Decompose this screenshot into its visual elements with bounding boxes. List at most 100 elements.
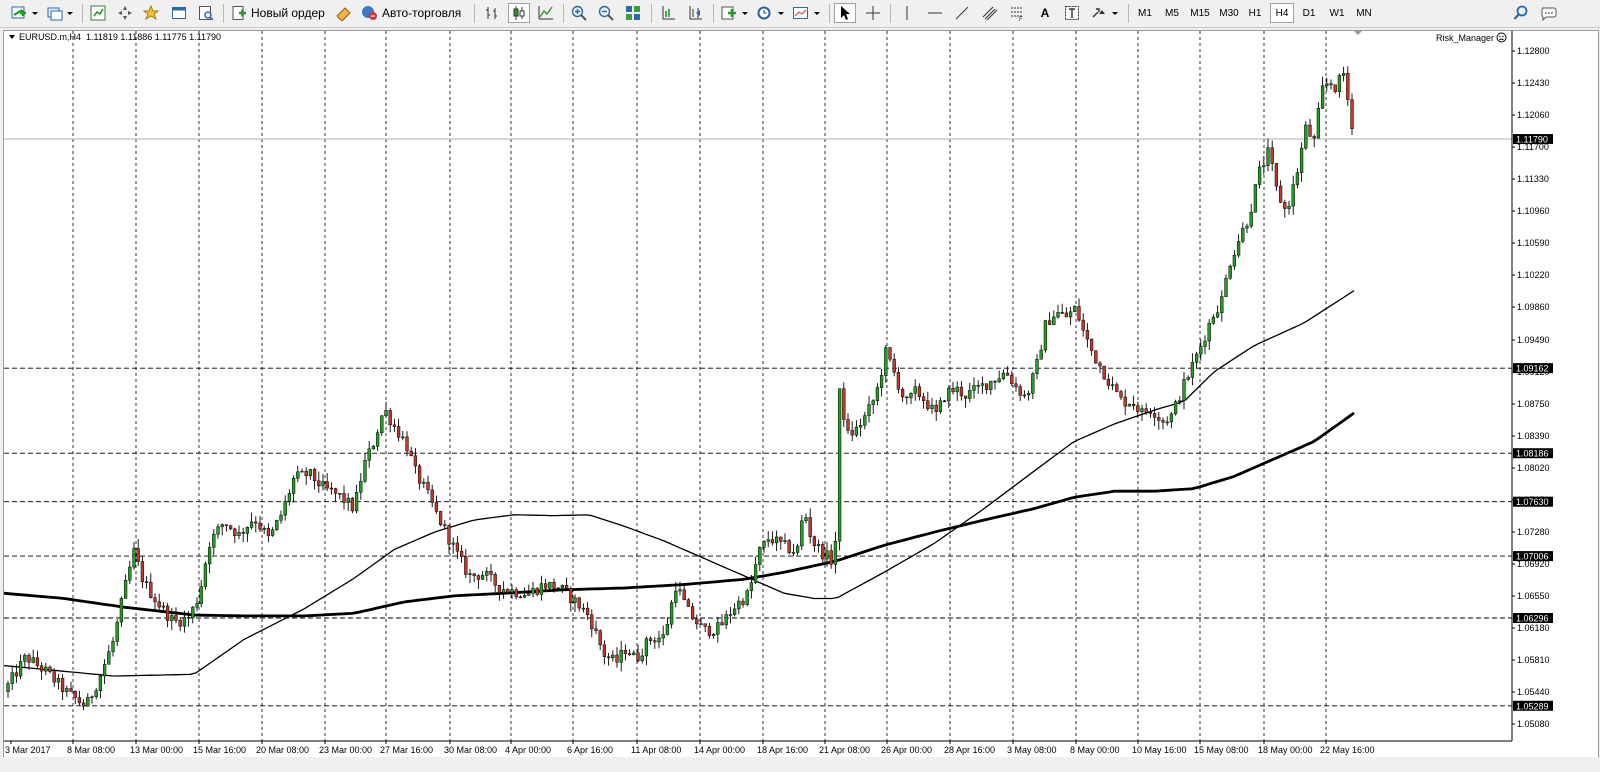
cursor-tool-button[interactable]: [834, 3, 856, 23]
candle-bull: [182, 616, 187, 627]
candle-bear: [493, 574, 497, 586]
timeframe-m1[interactable]: M1: [1133, 3, 1157, 23]
chart-shift-button[interactable]: [684, 3, 706, 23]
candle-bear: [1119, 391, 1123, 398]
candle-bull: [1325, 83, 1329, 86]
collapse-triangle-icon[interactable]: [8, 33, 16, 41]
market-watch-button[interactable]: [87, 3, 109, 23]
price-label: 1.12800: [1517, 46, 1550, 56]
timeframe-m30[interactable]: M30: [1215, 3, 1243, 23]
timeframe-d1[interactable]: D1: [1297, 3, 1321, 23]
fibonacci-button[interactable]: F: [1006, 3, 1028, 23]
candle-bear: [1123, 396, 1127, 407]
candle-bull: [1035, 358, 1039, 374]
templates-button[interactable]: [791, 3, 823, 23]
candle-bear: [741, 600, 745, 605]
svg-text:F: F: [1019, 17, 1023, 21]
candle-bear: [1077, 306, 1081, 321]
chart-shift-marker-icon[interactable]: [1352, 29, 1364, 37]
candle-bull: [632, 652, 636, 656]
candle-bear: [140, 561, 145, 582]
candle-bull: [795, 545, 800, 553]
timeframe-m5[interactable]: M5: [1160, 3, 1184, 23]
text-label-icon: [1065, 6, 1079, 20]
candle-bear: [770, 539, 775, 544]
candle-bear: [577, 597, 581, 609]
timeframe-h1[interactable]: H1: [1243, 3, 1267, 23]
candle-bull: [56, 678, 61, 683]
candle-bull: [854, 426, 859, 436]
candle-bull: [1203, 340, 1207, 347]
risk-manager-text: Risk_Manager: [1436, 32, 1495, 43]
search-button[interactable]: [1510, 3, 1532, 23]
candle-bull: [1026, 393, 1031, 396]
candle-bear: [594, 628, 598, 631]
candle-bear: [535, 588, 539, 595]
candle-bull: [909, 393, 913, 399]
trendline-button[interactable]: [951, 3, 973, 23]
candle-bull: [1257, 166, 1262, 185]
timeframe-mn[interactable]: MN: [1352, 3, 1376, 23]
candle-bull: [732, 608, 737, 615]
line-chart-button[interactable]: [535, 3, 557, 23]
auto-scroll-button[interactable]: [657, 3, 679, 23]
candle-bear: [1014, 383, 1018, 387]
line-chart-icon: [538, 6, 553, 20]
tile-windows-button[interactable]: [622, 3, 644, 23]
candle-bull: [249, 521, 254, 528]
auto-trading-button[interactable]: Авто-торговля: [361, 3, 467, 23]
bar-chart-button[interactable]: [481, 3, 503, 23]
candle-bear: [585, 607, 590, 616]
status-strip: [0, 757, 1600, 772]
candle-bear: [606, 656, 611, 659]
horizontal-line-button[interactable]: [924, 3, 946, 23]
candle-bull: [1052, 316, 1056, 325]
metaeditor-button[interactable]: [333, 3, 355, 23]
new-chart-button[interactable]: [8, 3, 42, 23]
equidistant-channel-button[interactable]: [979, 3, 1001, 23]
favorites-button[interactable]: [140, 3, 164, 23]
candle-bear: [1161, 420, 1165, 423]
text-tool-button[interactable]: A: [1034, 3, 1056, 23]
data-window-button[interactable]: [168, 3, 190, 23]
candle-bull: [724, 614, 728, 626]
arrows-button[interactable]: [1089, 3, 1121, 23]
indicators-button[interactable]: [719, 3, 751, 23]
candle-bear: [77, 697, 82, 704]
vertical-line-button[interactable]: [896, 3, 918, 23]
chart-window[interactable]: 1.12800 1.12430 1.12060 1.11700 1.11330 1.109…: [3, 30, 1599, 758]
crosshair-tool-button[interactable]: [862, 3, 884, 23]
candle-bear: [1094, 350, 1098, 364]
timeframe-m15[interactable]: M15: [1186, 3, 1214, 23]
navigator-button[interactable]: [114, 3, 136, 23]
zoom-in-button[interactable]: [568, 3, 590, 23]
candle-bull: [245, 527, 250, 534]
price-label: 1.11330: [1517, 174, 1549, 184]
candle-bull: [270, 529, 275, 536]
periods-button[interactable]: [755, 3, 787, 23]
candle-bull: [762, 541, 766, 548]
price-chart[interactable]: 1.128001.124301.120601.117001.113301.109…: [4, 31, 1598, 757]
candle-bear: [241, 532, 245, 534]
candle-bull: [711, 634, 716, 636]
profiles-button[interactable]: [45, 3, 77, 23]
candle-bear: [178, 620, 182, 627]
risk-manager-label[interactable]: Risk_Manager: [1436, 32, 1507, 43]
candlestick-chart-button[interactable]: [508, 3, 530, 23]
text-label-button[interactable]: [1061, 3, 1083, 23]
strategy-tester-button[interactable]: [195, 3, 217, 23]
candle-bear: [581, 607, 586, 610]
profiles-icon: [47, 7, 73, 21]
candle-bear: [69, 688, 73, 692]
new-order-button[interactable]: Новый ордер: [230, 3, 330, 23]
candle-bull: [384, 410, 388, 417]
chart-grid: [72, 31, 1327, 741]
candle-bull: [98, 675, 103, 691]
chat-button[interactable]: [1537, 3, 1563, 23]
zoom-out-button[interactable]: [595, 3, 617, 23]
time-label: 15 May 08:00: [1194, 745, 1249, 755]
candle-bear: [984, 383, 989, 390]
candle-bear: [489, 571, 493, 575]
timeframe-w1[interactable]: W1: [1325, 3, 1349, 23]
timeframe-h4[interactable]: H4: [1270, 3, 1294, 23]
